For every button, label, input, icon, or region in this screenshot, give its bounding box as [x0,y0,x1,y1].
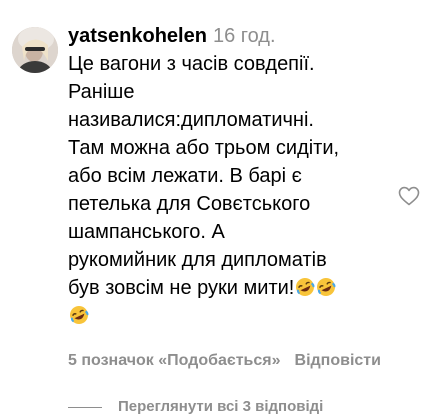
comment-text-line: шампанського. А [68,221,225,243]
heart-outline-icon[interactable] [398,186,420,206]
view-replies-label: Переглянути всі 3 відповіді [118,398,324,415]
rolling-laughing-emoji-icon [295,277,315,297]
comment-text: Це вагони з часів совдепії. Раніше назив… [68,50,408,330]
rolling-laughing-emoji-icon [316,277,336,297]
replies-divider-line [68,406,102,408]
comment-text-line: Раніше [68,81,135,103]
comment-body: yatsenkohelen 16 год. Це вагони з часів с… [68,22,408,330]
comment-actions: 5 позначок «Подобається» Відповісти [68,352,381,370]
username[interactable]: yatsenkohelen [68,25,207,47]
comment-text-line: рукомийник для дипломатів [68,249,327,271]
rolling-laughing-emoji-icon [69,305,89,325]
view-replies-button[interactable]: Переглянути всі 3 відповіді [68,398,323,415]
comment-text-line-last: був зовсім не руки мити! [68,274,408,302]
comment-text-line: Це вагони з часів совдепії. [68,53,315,75]
comment-text-line: петелька для Совєтського [68,193,311,215]
comment-text-line-emoji [68,302,408,330]
comment-text-segment: був зовсім не руки мити! [68,277,295,299]
timestamp[interactable]: 16 год. [213,25,276,47]
likes-count[interactable]: 5 позначок «Подобається» [68,352,281,369]
comment-text-line: Там можна або трьом сидіти, [68,137,340,159]
comment-text-line: називалися:дипломатичні. [68,109,314,131]
reply-button[interactable]: Відповісти [295,352,381,369]
comment: yatsenkohelen 16 год. Це вагони з часів с… [0,0,428,415]
comment-header: yatsenkohelen 16 год. [68,22,408,50]
comment-text-line: або всім лежати. В барі є [68,165,302,187]
avatar[interactable] [12,27,58,73]
